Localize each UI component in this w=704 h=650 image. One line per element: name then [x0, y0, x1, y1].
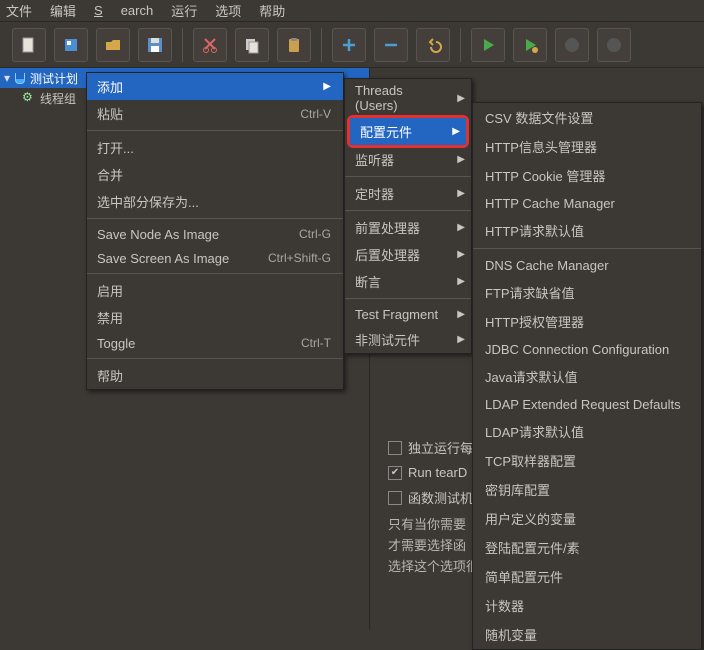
tree-label: 线程组	[40, 90, 76, 107]
stop-button[interactable]	[555, 28, 589, 62]
toolbar	[0, 22, 704, 68]
tree-label: 测试计划	[30, 70, 78, 87]
cfg-dns[interactable]: DNS Cache Manager	[473, 252, 701, 278]
cfg-random[interactable]: 随机变量	[473, 620, 701, 649]
remove-button[interactable]	[374, 28, 408, 62]
cfg-request-defaults[interactable]: HTTP请求默认值	[473, 216, 701, 245]
flask-icon	[12, 71, 26, 85]
cfg-java[interactable]: Java请求默认值	[473, 362, 701, 391]
cfg-keystore[interactable]: 密钥库配置	[473, 475, 701, 504]
menubar: 文件 编辑 Search 运行 选项 帮助	[0, 0, 704, 22]
undo-button[interactable]	[416, 28, 450, 62]
menu-edit[interactable]: 编辑	[50, 1, 76, 20]
context-menu-add: Threads (Users)▶ 配置元件▶ 监听器▶ 定时器▶ 前置处理器▶ …	[344, 78, 472, 354]
cfg-jdbc[interactable]: JDBC Connection Configuration	[473, 336, 701, 362]
menu-help[interactable]: 帮助	[259, 1, 285, 20]
templates-button[interactable]	[54, 28, 88, 62]
context-menu-main: 添加▶ 粘贴Ctrl-V 打开... 合并 选中部分保存为... Save No…	[86, 72, 344, 390]
ctx-threads[interactable]: Threads (Users)▶	[345, 79, 471, 117]
cfg-auth[interactable]: HTTP授权管理器	[473, 307, 701, 336]
menu-file[interactable]: 文件	[6, 1, 32, 20]
ctx-disable[interactable]: 禁用	[87, 304, 343, 331]
checkbox-standalone[interactable]	[388, 441, 402, 455]
ctx-nontest[interactable]: 非测试元件▶	[345, 326, 471, 353]
ctx-test-fragment[interactable]: Test Fragment▶	[345, 302, 471, 326]
cfg-ftp[interactable]: FTP请求缺省值	[473, 278, 701, 307]
ctx-save-node-image[interactable]: Save Node As ImageCtrl-G	[87, 222, 343, 246]
cfg-cache[interactable]: HTTP Cache Manager	[473, 190, 701, 216]
menu-run[interactable]: 运行	[171, 1, 197, 20]
ctx-open[interactable]: 打开...	[87, 134, 343, 161]
cut-button[interactable]	[193, 28, 227, 62]
checkbox-functest[interactable]	[388, 491, 402, 505]
cfg-user-vars[interactable]: 用户定义的变量	[473, 504, 701, 533]
ctx-merge[interactable]: 合并	[87, 161, 343, 188]
save-button[interactable]	[138, 28, 172, 62]
shutdown-button[interactable]	[597, 28, 631, 62]
ctx-add[interactable]: 添加▶	[87, 73, 343, 100]
start-notimers-button[interactable]	[513, 28, 547, 62]
ctx-paste[interactable]: 粘贴Ctrl-V	[87, 100, 343, 127]
gear-icon	[22, 91, 36, 105]
cfg-http-header[interactable]: HTTP信息头管理器	[473, 132, 701, 161]
ctx-config-element[interactable]: 配置元件▶	[350, 118, 466, 145]
ctx-timer[interactable]: 定时器▶	[345, 180, 471, 207]
ctx-enable[interactable]: 启用	[87, 277, 343, 304]
ctx-save-selection[interactable]: 选中部分保存为...	[87, 188, 343, 215]
highlight-annotation: 配置元件▶	[347, 115, 469, 148]
add-button[interactable]	[332, 28, 366, 62]
cfg-cookie[interactable]: HTTP Cookie 管理器	[473, 161, 701, 190]
start-button[interactable]	[471, 28, 505, 62]
cfg-tcp[interactable]: TCP取样器配置	[473, 446, 701, 475]
ctx-save-screen-image[interactable]: Save Screen As ImageCtrl+Shift-G	[87, 246, 343, 270]
ctx-listener[interactable]: 监听器▶	[345, 146, 471, 173]
cfg-ldap[interactable]: LDAP请求默认值	[473, 417, 701, 446]
menu-options[interactable]: 选项	[215, 1, 241, 20]
ctx-toggle[interactable]: ToggleCtrl-T	[87, 331, 343, 355]
new-button[interactable]	[12, 28, 46, 62]
ctx-help[interactable]: 帮助	[87, 362, 343, 389]
menu-search[interactable]: Search	[94, 3, 153, 18]
cfg-csv[interactable]: CSV 数据文件设置	[473, 103, 701, 132]
ctx-assertions[interactable]: 断言▶	[345, 268, 471, 295]
chevron-right-icon: ▶	[323, 81, 331, 92]
cfg-ldap-ext[interactable]: LDAP Extended Request Defaults	[473, 391, 701, 417]
ctx-preprocessor[interactable]: 前置处理器▶	[345, 214, 471, 241]
ctx-postprocessor[interactable]: 后置处理器▶	[345, 241, 471, 268]
copy-button[interactable]	[235, 28, 269, 62]
context-menu-config-elements: CSV 数据文件设置 HTTP信息头管理器 HTTP Cookie 管理器 HT…	[472, 102, 702, 650]
checkbox-teardown[interactable]: ✔	[388, 466, 402, 480]
cfg-counter[interactable]: 计数器	[473, 591, 701, 620]
cfg-login[interactable]: 登陆配置元件/素	[473, 533, 701, 562]
cfg-simple[interactable]: 简单配置元件	[473, 562, 701, 591]
open-button[interactable]	[96, 28, 130, 62]
paste-button[interactable]	[277, 28, 311, 62]
